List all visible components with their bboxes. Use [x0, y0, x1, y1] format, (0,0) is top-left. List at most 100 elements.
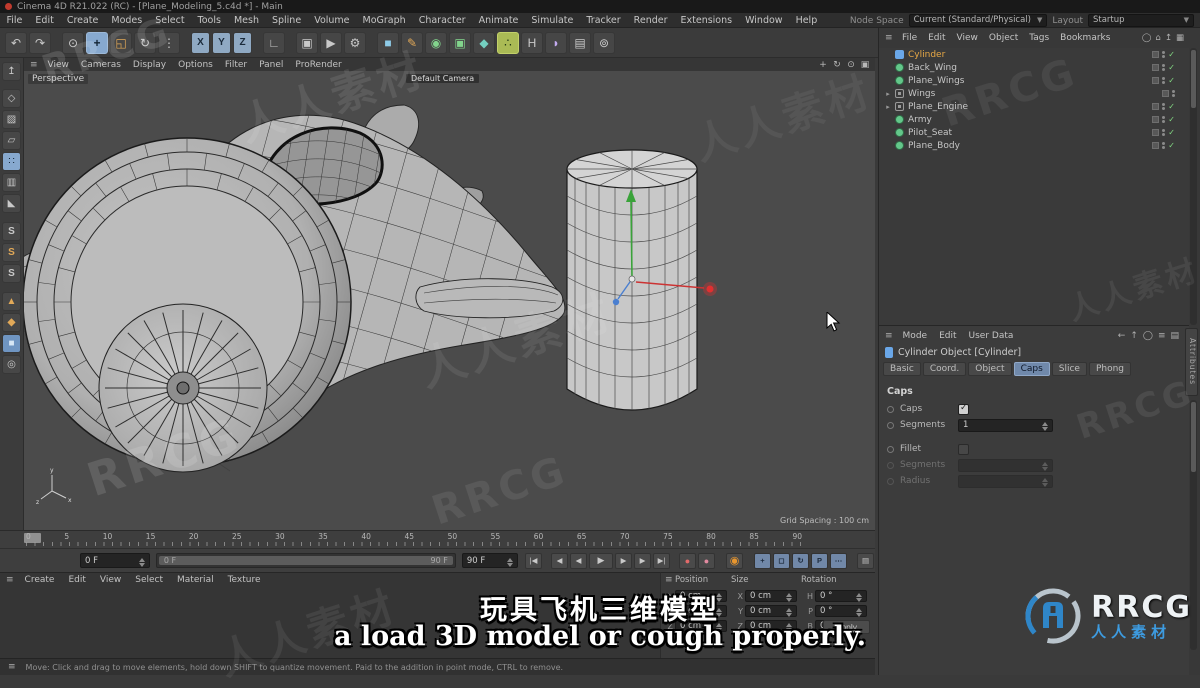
render-settings-icon[interactable]: ⚙ [344, 31, 366, 54]
next-frame-icon[interactable]: ▶ [615, 552, 632, 569]
expand-icon[interactable]: ▸ [885, 90, 891, 98]
content-browser-icon[interactable]: ▤ [569, 31, 591, 54]
object-row[interactable]: Back_Wing ✓ [879, 61, 1189, 74]
render-view-icon[interactable]: ▣ [296, 31, 318, 54]
goto-start-icon[interactable]: |◀ [525, 552, 542, 569]
key-position-icon[interactable]: + [754, 552, 771, 569]
up-icon[interactable]: ↥ [1165, 33, 1172, 43]
object-row[interactable]: ▸ Wings [879, 87, 1189, 100]
tab-phong[interactable]: Phong [1088, 362, 1132, 376]
viewport[interactable]: ≡ View Cameras Display Options Filter Panel Pr… [24, 58, 875, 530]
current-frame-field[interactable]: 0 F [80, 553, 150, 568]
team-render-icon[interactable]: ⊚ [593, 31, 615, 54]
primitive-cube-icon[interactable]: ■ [377, 31, 399, 54]
grid-icon[interactable]: ▦ [1176, 33, 1184, 43]
keyframe-dot-icon[interactable] [887, 445, 894, 453]
autokey-icon[interactable]: ◉ [726, 552, 743, 569]
back-icon[interactable]: ← [1118, 331, 1126, 341]
layer-box[interactable] [1152, 51, 1160, 58]
position-z-field[interactable]: 0 cm [675, 620, 727, 632]
pan-view-icon[interactable]: + [817, 60, 829, 70]
size-x-field[interactable]: 0 cm [745, 590, 797, 602]
segments-field[interactable]: 1 [958, 418, 1053, 432]
maximize-view-icon[interactable]: ▣ [859, 60, 871, 70]
coordinate-system-icon[interactable]: ∟ [263, 31, 285, 54]
scrollbar[interactable] [1190, 48, 1197, 325]
size-z-field[interactable]: 0 cm [745, 620, 797, 632]
display-palette-icon[interactable]: ◎ [2, 355, 21, 374]
keyframe-dot-icon[interactable] [887, 405, 894, 413]
viewport-3d-scene[interactable]: y x z [24, 71, 875, 530]
lock-y-axis[interactable]: Y [212, 31, 231, 54]
tab-slice[interactable]: Slice [1051, 362, 1087, 376]
prev-frame-icon[interactable]: ◀ [570, 552, 587, 569]
hamburger-icon[interactable]: ≡ [661, 575, 675, 585]
hamburger-icon[interactable]: ≡ [4, 662, 20, 672]
prev-key-icon[interactable]: ◀ [551, 552, 568, 569]
snap-3d-icon[interactable]: S [2, 243, 21, 262]
search-icon[interactable]: ◯ [1142, 33, 1152, 43]
lock-z-axis[interactable]: Z [233, 31, 252, 54]
position-y-field[interactable]: 0 cm [675, 605, 727, 617]
last-used-tool-icon[interactable]: ⋮ [158, 31, 180, 54]
polygons-mode-icon[interactable]: ◣ [2, 194, 21, 213]
end-frame-field[interactable]: 90 F [461, 553, 518, 568]
redo-icon[interactable]: ↷ [29, 31, 51, 54]
points-mode-icon[interactable]: ∷ [2, 152, 21, 171]
size-y-field[interactable]: 0 cm [745, 605, 797, 617]
pen-spline-icon[interactable]: ✎ [401, 31, 423, 54]
object-row[interactable]: Army ✓ [879, 113, 1189, 126]
expand-icon[interactable]: ▸ [885, 103, 891, 111]
hamburger-icon[interactable]: ≡ [2, 575, 18, 585]
texture-mode-icon[interactable]: ▨ [2, 110, 21, 129]
tab-caps[interactable]: Caps [1013, 362, 1050, 376]
zoom-view-icon[interactable]: ⊙ [845, 60, 857, 70]
preview-range-slider[interactable]: 0 F 90 F [155, 553, 456, 568]
orbit-view-icon[interactable]: ↻ [831, 60, 843, 70]
object-row[interactable]: Plane_Body ✓ [879, 139, 1189, 152]
lock-x-axis[interactable]: X [191, 31, 210, 54]
tab-basic[interactable]: Basic [883, 362, 921, 376]
caps-checkbox[interactable] [958, 403, 969, 415]
snap-2d-icon[interactable]: S [2, 264, 21, 283]
spinner[interactable] [507, 555, 513, 567]
sound-icon[interactable]: ▤ [857, 552, 874, 569]
lock-icon[interactable]: ≡ [1158, 331, 1166, 341]
object-row[interactable]: Pilot_Seat ✓ [879, 126, 1189, 139]
hamburger-icon[interactable]: ≡ [881, 33, 897, 43]
axis-snap-icon[interactable]: ◆ [2, 313, 21, 332]
instance-icon[interactable]: ▣ [449, 31, 471, 54]
rotation-h-field[interactable]: 0 ° [815, 590, 867, 602]
attributes-side-tab[interactable]: Attributes [1185, 328, 1198, 396]
play-icon[interactable]: ▶ [589, 552, 613, 569]
scale-tool-icon[interactable]: ◱ [110, 31, 132, 54]
object-row[interactable]: Plane_Wings ✓ [879, 74, 1189, 87]
record-objects-icon[interactable]: ● [698, 552, 715, 569]
hamburger-icon[interactable]: ≡ [26, 60, 42, 70]
symmetry-icon[interactable]: H [521, 31, 543, 54]
spinner[interactable] [138, 555, 145, 567]
render-picture-viewer-icon[interactable]: ▶ [320, 31, 342, 54]
rotate-tool-icon[interactable]: ↻ [134, 31, 156, 54]
goto-end-icon[interactable]: ▶| [653, 552, 670, 569]
up-icon[interactable]: ↑ [1130, 331, 1138, 341]
node-space-select[interactable]: Current (Standard/Physical) ▼ [908, 14, 1048, 27]
enable-snap-icon[interactable]: S [2, 222, 21, 241]
key-parameter-icon[interactable]: P [811, 552, 828, 569]
undo-icon[interactable]: ↶ [5, 31, 27, 54]
enabled-check-icon[interactable]: ✓ [1168, 50, 1175, 59]
object-row[interactable]: ▸ Plane_Engine ✓ [879, 100, 1189, 113]
key-rotation-icon[interactable]: ↻ [792, 552, 809, 569]
model-mode-icon[interactable]: ◇ [2, 89, 21, 108]
search-icon[interactable]: ◯ [1143, 331, 1153, 341]
next-key-icon[interactable]: ▶ [634, 552, 651, 569]
panel-icon[interactable]: ▤ [1170, 331, 1179, 341]
home-icon[interactable]: ⌂ [1155, 33, 1160, 43]
fillet-checkbox[interactable] [958, 443, 969, 455]
timeline-ruler[interactable]: 0 5 10 15 20 25 30 35 40 45 50 55 60 65 70 75 80 85 90 [0, 530, 875, 548]
record-keyframe-icon[interactable]: ● [679, 552, 696, 569]
key-scale-icon[interactable]: ◻ [773, 552, 790, 569]
projection-label[interactable]: Perspective [28, 74, 89, 84]
hamburger-icon[interactable]: ≡ [881, 331, 897, 341]
object-row-cylinder[interactable]: Cylinder ✓ [879, 48, 1189, 61]
